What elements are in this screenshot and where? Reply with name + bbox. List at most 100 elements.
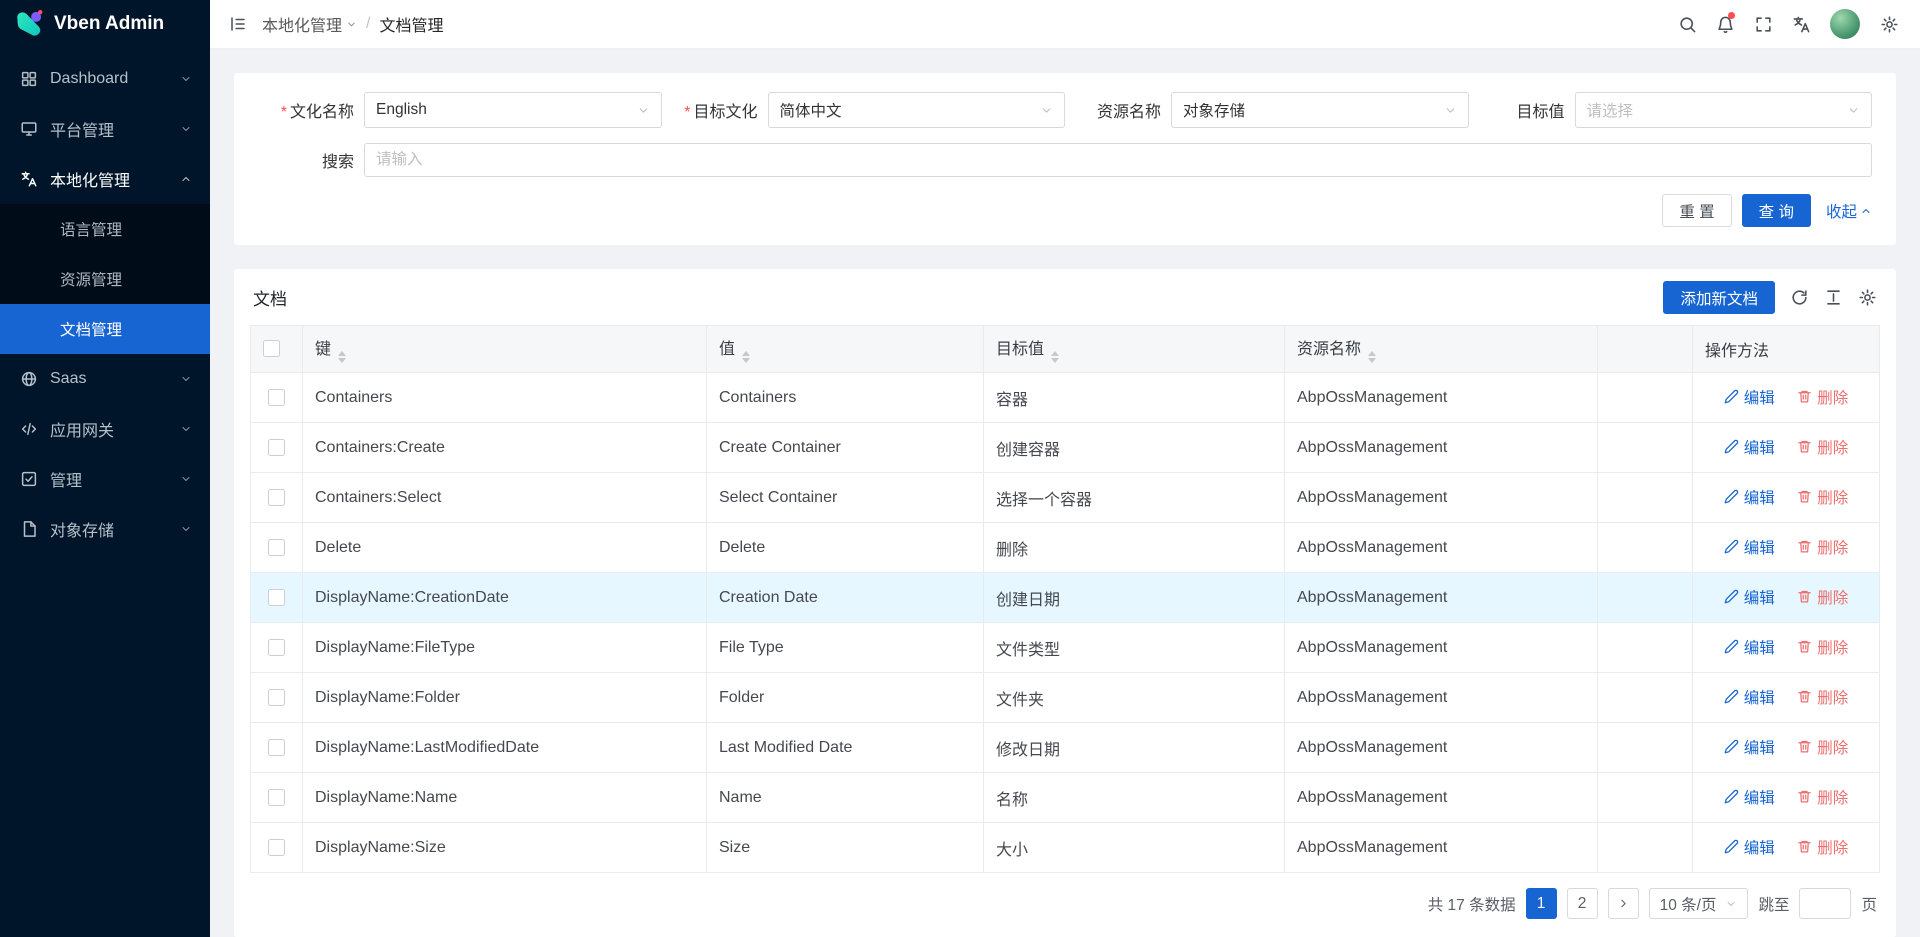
delete-button[interactable]: 删除 (1797, 536, 1848, 558)
user-avatar[interactable] (1830, 9, 1860, 39)
edit-button[interactable]: 编辑 (1724, 786, 1775, 808)
query-button[interactable]: 查 询 (1742, 194, 1811, 227)
chevron-down-icon (1040, 104, 1053, 117)
cell-value: Folder (707, 673, 984, 723)
filter-field-resource-name: 资源名称 对象存储 (1065, 92, 1469, 128)
row-checkbox[interactable] (268, 389, 285, 406)
row-checkbox[interactable] (268, 539, 285, 556)
sort-icons (742, 351, 750, 364)
select-all-checkbox[interactable] (263, 340, 280, 357)
document-table-panel: 文档 添加新文档 键 (234, 269, 1896, 937)
sidebar-item-resource-management[interactable]: 资源管理 (0, 254, 210, 304)
row-checkbox[interactable] (268, 789, 285, 806)
table-toolbar: 文档 添加新文档 (250, 269, 1880, 325)
app-logo[interactable]: Vben Admin (0, 0, 210, 48)
edit-button[interactable]: 编辑 (1724, 636, 1775, 658)
row-checkbox[interactable] (268, 639, 285, 656)
page-size-select[interactable]: 10 条/页 (1649, 888, 1749, 919)
delete-button[interactable]: 删除 (1797, 636, 1848, 658)
delete-button[interactable]: 删除 (1797, 686, 1848, 708)
sidebar-item-saas[interactable]: Saas (0, 354, 210, 404)
chevron-down-icon (180, 73, 192, 85)
delete-button[interactable]: 删除 (1797, 836, 1848, 858)
column-header-target[interactable]: 目标值 (984, 326, 1285, 373)
column-header-resource[interactable]: 资源名称 (1285, 326, 1598, 373)
edit-button[interactable]: 编辑 (1724, 486, 1775, 508)
sidebar-item-document-management[interactable]: 文档管理 (0, 304, 210, 354)
sort-icons (338, 351, 346, 364)
jump-page-input[interactable] (1799, 888, 1851, 919)
table-tools: 添加新文档 (1663, 281, 1877, 314)
page-button-2[interactable]: 2 (1567, 888, 1598, 919)
sidebar-item-dashboard[interactable]: Dashboard (0, 54, 210, 104)
cell-empty (1598, 423, 1693, 473)
row-checkbox[interactable] (268, 489, 285, 506)
page-button-1[interactable]: 1 (1526, 888, 1557, 919)
pagination: 共 17 条数据 1 2 10 条/页 跳至 页 (250, 873, 1880, 935)
target-culture-select[interactable]: 简体中文 (768, 92, 1066, 128)
search-button[interactable] (1668, 0, 1706, 48)
sidebar-item-platform[interactable]: 平台管理 (0, 104, 210, 154)
refresh-icon[interactable] (1790, 288, 1809, 307)
table-row: DisplayName:Size Size 大小 AbpOssManagemen… (251, 823, 1880, 873)
table-row: Delete Delete 删除 AbpOssManagement 编辑 删除 (251, 523, 1880, 573)
column-settings-gear-icon[interactable] (1858, 288, 1877, 307)
target-value-select[interactable]: 请选择 (1575, 92, 1873, 128)
edit-button[interactable]: 编辑 (1724, 436, 1775, 458)
edit-button[interactable]: 编辑 (1724, 586, 1775, 608)
search-input[interactable] (364, 143, 1872, 177)
delete-button[interactable]: 删除 (1797, 736, 1848, 758)
delete-button[interactable]: 删除 (1797, 436, 1848, 458)
table-row: DisplayName:Name Name 名称 AbpOssManagemen… (251, 773, 1880, 823)
breadcrumb-parent[interactable]: 本地化管理 (262, 12, 357, 36)
column-header-value[interactable]: 值 (707, 326, 984, 373)
column-header-key[interactable]: 键 (303, 326, 707, 373)
sidebar-item-object-storage[interactable]: 对象存储 (0, 504, 210, 554)
row-checkbox[interactable] (268, 589, 285, 606)
trash-icon (1797, 789, 1812, 804)
sidebar-item-label: 对象存储 (50, 517, 114, 541)
edit-button[interactable]: 编辑 (1724, 836, 1775, 858)
cell-actions: 编辑 删除 (1693, 623, 1880, 673)
trash-icon (1797, 489, 1812, 504)
row-checkbox[interactable] (268, 839, 285, 856)
cell-actions: 编辑 删除 (1693, 723, 1880, 773)
resource-name-select[interactable]: 对象存储 (1171, 92, 1469, 128)
row-height-icon[interactable] (1824, 288, 1843, 307)
menu-fold-button[interactable] (220, 0, 256, 48)
add-document-button[interactable]: 添加新文档 (1663, 281, 1775, 314)
reset-button[interactable]: 重 置 (1662, 194, 1731, 227)
trash-icon (1797, 689, 1812, 704)
language-switch-button[interactable] (1782, 0, 1820, 48)
cell-key: DisplayName:FileType (303, 623, 707, 673)
delete-button[interactable]: 删除 (1797, 386, 1848, 408)
edit-button[interactable]: 编辑 (1724, 686, 1775, 708)
sidebar-item-localization[interactable]: 本地化管理 (0, 154, 210, 204)
cell-actions: 编辑 删除 (1693, 573, 1880, 623)
menu-fold-icon (229, 15, 247, 33)
cell-empty (1598, 823, 1693, 873)
row-checkbox[interactable] (268, 739, 285, 756)
collapse-toggle[interactable]: 收起 (1826, 200, 1872, 222)
sidebar-item-admin[interactable]: 管理 (0, 454, 210, 504)
delete-button[interactable]: 删除 (1797, 486, 1848, 508)
row-checkbox[interactable] (268, 439, 285, 456)
edit-button[interactable]: 编辑 (1724, 736, 1775, 758)
next-page-button[interactable] (1608, 888, 1639, 919)
settings-button[interactable] (1870, 0, 1908, 48)
sidebar-item-gateway[interactable]: 应用网关 (0, 404, 210, 454)
table-title: 文档 (253, 285, 287, 310)
notifications-button[interactable] (1706, 0, 1744, 48)
delete-button[interactable]: 删除 (1797, 586, 1848, 608)
edit-button[interactable]: 编辑 (1724, 536, 1775, 558)
sidebar-item-language-management[interactable]: 语言管理 (0, 204, 210, 254)
edit-button[interactable]: 编辑 (1724, 386, 1775, 408)
culture-name-select[interactable]: English (364, 92, 662, 128)
fullscreen-button[interactable] (1744, 0, 1782, 48)
chevron-down-icon (180, 123, 192, 135)
chevron-down-icon (180, 523, 192, 535)
trash-icon (1797, 639, 1812, 654)
delete-button[interactable]: 删除 (1797, 786, 1848, 808)
cell-target: 容器 (984, 373, 1285, 423)
row-checkbox[interactable] (268, 689, 285, 706)
